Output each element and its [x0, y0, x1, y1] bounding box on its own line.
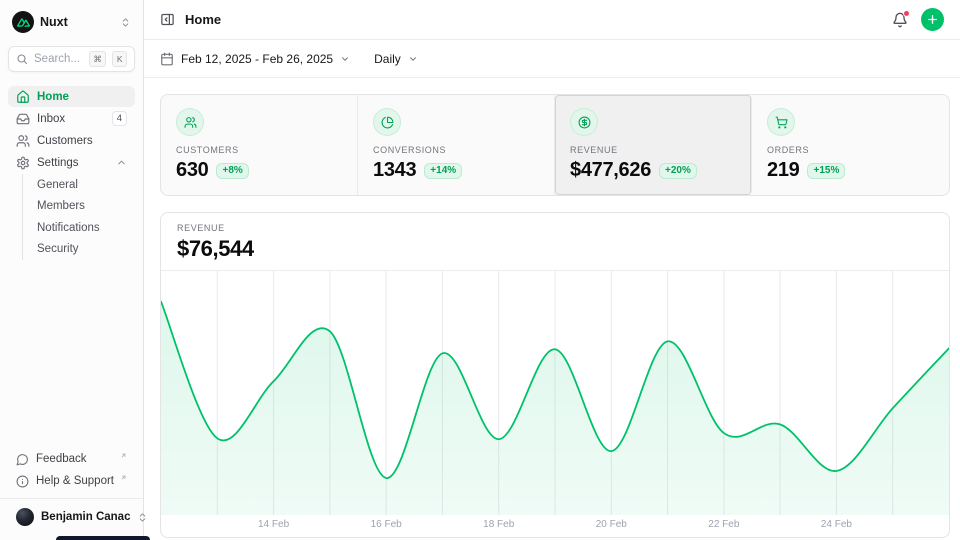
- date-range-value: Feb 12, 2025 - Feb 26, 2025: [181, 52, 333, 66]
- granularity-select[interactable]: Daily: [374, 52, 418, 66]
- workspace-name: Nuxt: [40, 15, 114, 29]
- stat-label: REVENUE: [570, 145, 736, 155]
- sidebar-divider: [0, 498, 143, 499]
- info-circle-icon: [16, 475, 29, 488]
- stats-row: CUSTOMERS 630 +8% CONVERSIONS 1343 +14% …: [160, 94, 950, 196]
- sidebar-nav: Home Inbox 4 Customers Settings Genera: [8, 86, 135, 260]
- x-axis-label: 14 Feb: [258, 519, 289, 530]
- stat-card-orders[interactable]: ORDERS 219 +15%: [752, 95, 949, 195]
- notification-dot: [903, 10, 910, 17]
- x-axis: 14 Feb 16 Feb 18 Feb 20 Feb 22 Feb 24 Feb: [161, 515, 949, 537]
- page-title: Home: [185, 12, 221, 27]
- add-button[interactable]: [921, 8, 944, 31]
- x-axis-label: 16 Feb: [371, 519, 402, 530]
- footer-link-label: Feedback: [36, 453, 115, 465]
- revenue-chart-plot[interactable]: [161, 271, 949, 515]
- stat-delta-badge: +8%: [216, 163, 248, 179]
- stat-value: 1343: [373, 159, 416, 182]
- settings-subnav: General Members Notifications Security: [22, 174, 135, 260]
- x-axis-label: 20 Feb: [596, 519, 627, 530]
- cart-icon: [767, 108, 795, 136]
- x-axis-label: 22 Feb: [708, 519, 739, 530]
- subnav-label: Security: [37, 243, 79, 255]
- revenue-chart-card: REVENUE $76,544 14 Feb 16 Feb 18 Feb 20 Feb…: [160, 212, 950, 538]
- bottom-popup-partial: [56, 536, 150, 540]
- filters-toolbar: Feb 12, 2025 - Feb 26, 2025 Daily: [144, 40, 960, 78]
- stat-value: $477,626: [570, 159, 651, 182]
- stat-value: 219: [767, 159, 799, 182]
- subnav-label: Members: [37, 200, 85, 212]
- dollar-circle-icon: [570, 108, 598, 136]
- chart-metric-label: REVENUE: [177, 223, 933, 233]
- user-name: Benjamin Canac: [41, 511, 130, 523]
- inbox-count-badge: 4: [112, 111, 127, 126]
- stat-card-customers[interactable]: CUSTOMERS 630 +8%: [161, 95, 358, 195]
- sidebar-item-general[interactable]: General: [23, 174, 135, 196]
- stat-label: CUSTOMERS: [176, 145, 342, 155]
- external-arrow-icon: [120, 474, 127, 481]
- stat-label: CONVERSIONS: [373, 145, 539, 155]
- sidebar-spacer: [8, 260, 135, 448]
- revenue-chart-svg: [161, 271, 949, 515]
- inbox-icon: [16, 112, 30, 126]
- feedback-link[interactable]: Feedback: [8, 448, 135, 470]
- kbd-k: K: [112, 51, 127, 67]
- sidebar: Nuxt Search... ⌘ K Home Inbox 4: [0, 0, 144, 540]
- workspace-switcher[interactable]: Nuxt: [8, 8, 135, 36]
- help-support-link[interactable]: Help & Support: [8, 470, 135, 492]
- chart-pie-icon: [373, 108, 401, 136]
- sidebar-collapse-button[interactable]: [160, 12, 175, 27]
- date-range-picker[interactable]: Feb 12, 2025 - Feb 26, 2025: [160, 52, 350, 66]
- chevron-up-icon: [116, 157, 127, 168]
- users-icon: [176, 108, 204, 136]
- stat-delta-badge: +20%: [659, 163, 697, 179]
- sidebar-item-settings[interactable]: Settings: [8, 152, 135, 173]
- sidebar-item-security[interactable]: Security: [23, 239, 135, 261]
- search-input[interactable]: Search... ⌘ K: [8, 46, 135, 72]
- sidebar-item-home[interactable]: Home: [8, 86, 135, 107]
- message-bubble-icon: [16, 453, 29, 466]
- sidebar-item-label: Settings: [37, 157, 109, 169]
- granularity-value: Daily: [374, 52, 401, 66]
- page-header: Home: [144, 0, 960, 40]
- x-axis-label: 18 Feb: [483, 519, 514, 530]
- stat-delta-badge: +15%: [807, 163, 845, 179]
- sidebar-item-label: Home: [37, 91, 127, 103]
- sidebar-item-customers[interactable]: Customers: [8, 130, 135, 151]
- stat-delta-badge: +14%: [424, 163, 462, 179]
- home-icon: [16, 90, 30, 104]
- stat-card-revenue[interactable]: REVENUE $477,626 +20%: [555, 95, 752, 195]
- subnav-label: General: [37, 179, 78, 191]
- search-placeholder: Search...: [34, 53, 83, 65]
- stat-value: 630: [176, 159, 208, 182]
- stat-label: ORDERS: [767, 145, 934, 155]
- sidebar-item-label: Inbox: [37, 113, 105, 125]
- chart-metric-value: $76,544: [177, 236, 933, 262]
- sidebar-item-label: Customers: [37, 135, 127, 147]
- nuxt-logo-icon: [12, 11, 34, 33]
- chart-header: REVENUE $76,544: [161, 213, 949, 271]
- kbd-cmd: ⌘: [89, 51, 107, 67]
- calendar-icon: [160, 52, 174, 66]
- footer-link-label: Help & Support: [36, 475, 115, 487]
- sidebar-item-members[interactable]: Members: [23, 196, 135, 218]
- user-avatar: [16, 508, 34, 526]
- x-axis-label: 24 Feb: [821, 519, 852, 530]
- chevron-down-icon: [408, 54, 418, 64]
- users-icon: [16, 134, 30, 148]
- search-icon: [16, 53, 28, 65]
- gear-icon: [16, 156, 30, 170]
- main-content: CUSTOMERS 630 +8% CONVERSIONS 1343 +14% …: [144, 78, 960, 540]
- external-arrow-icon: [120, 452, 127, 459]
- sidebar-item-notifications[interactable]: Notifications: [23, 217, 135, 239]
- stat-card-conversions[interactable]: CONVERSIONS 1343 +14%: [358, 95, 555, 195]
- chevron-down-icon: [340, 54, 350, 64]
- subnav-label: Notifications: [37, 222, 100, 234]
- notifications-button[interactable]: [892, 12, 908, 28]
- sidebar-item-inbox[interactable]: Inbox 4: [8, 108, 135, 129]
- user-menu[interactable]: Benjamin Canac: [8, 502, 135, 532]
- chevrons-up-down-icon: [120, 17, 131, 28]
